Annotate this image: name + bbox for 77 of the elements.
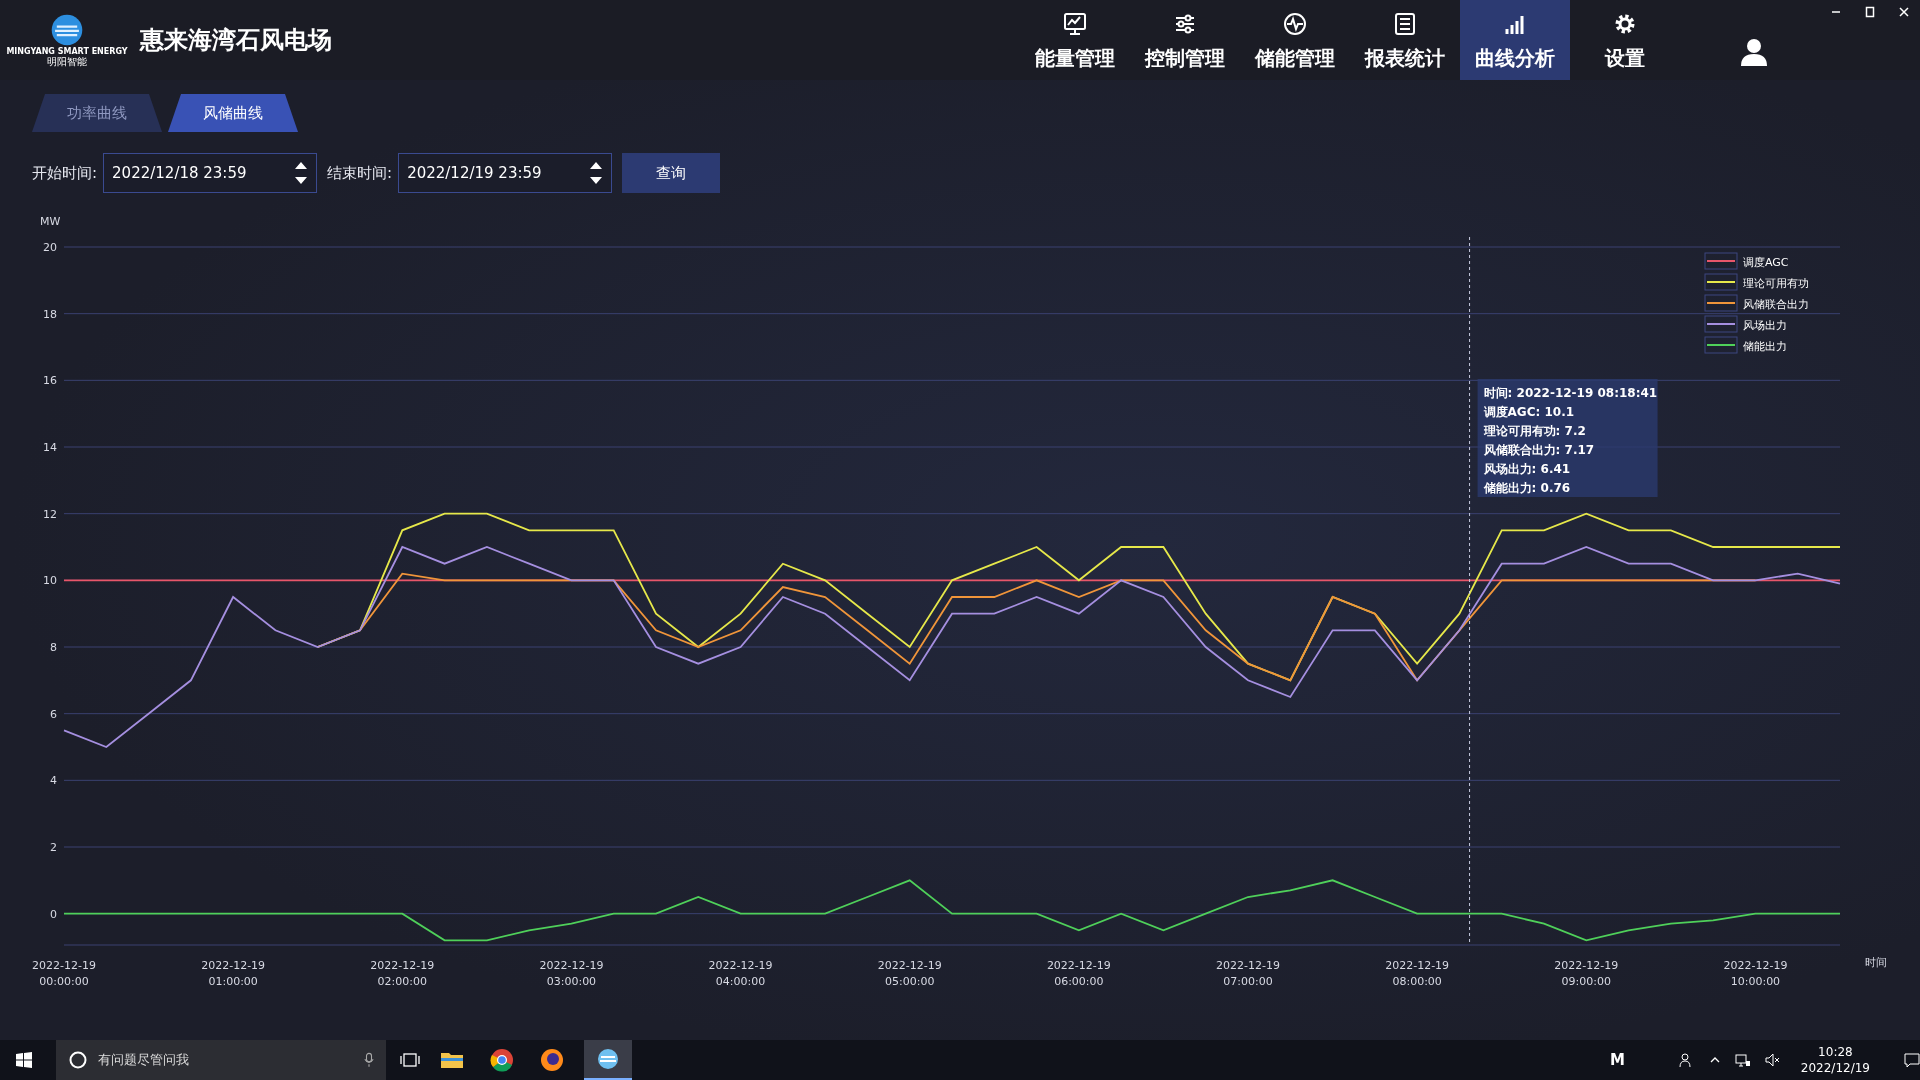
x-tick-label: 2022-12-19 03:00:00 — [539, 959, 604, 988]
fox-browser-icon[interactable] — [540, 1048, 564, 1072]
user-icon[interactable] — [1738, 36, 1770, 68]
legend-label: 风储联合出力 — [1743, 298, 1809, 311]
y-tick-label: 16 — [43, 374, 57, 388]
legend-swatch — [1704, 315, 1738, 333]
search-field[interactable]: 有问题尽管问我 — [56, 1040, 386, 1080]
y-tick-label: 8 — [50, 641, 57, 654]
legend-label: 调度AGC — [1743, 256, 1789, 269]
muted-speaker-icon[interactable] — [1764, 1052, 1781, 1068]
notification-icon[interactable] — [1904, 1052, 1920, 1068]
end-time-field[interactable]: 2022/12/19 23:59 — [398, 153, 613, 193]
clock[interactable]: 10:28 2022/12/19 — [1800, 1044, 1870, 1076]
app-taskbar-button[interactable] — [584, 1040, 632, 1080]
pulse-icon — [1281, 10, 1309, 38]
circle-icon — [68, 1050, 88, 1070]
y-axis-unit: MW — [40, 215, 61, 228]
logo-subtext: 明阳智能 — [47, 56, 87, 67]
legend-label: 理论可用有功 — [1743, 277, 1809, 290]
nav-item[interactable]: 报表统计 — [1350, 0, 1460, 80]
x-tick-label: 2022-12-19 00:00:00 — [32, 959, 96, 988]
tray-input-indicator[interactable]: M — [1609, 1051, 1625, 1069]
legend-swatch — [1704, 336, 1738, 354]
y-tick-label: 12 — [43, 507, 57, 521]
tooltip-text: 风场出力: 6.41 — [1483, 462, 1571, 476]
app-title: 惠来海湾石风电场 — [140, 25, 333, 56]
y-tick-label: 10 — [43, 574, 57, 588]
x-tick-label: 2022-12-19 10:00:00 — [1723, 959, 1788, 988]
tooltip-text: 储能出力: 0.76 — [1483, 481, 1571, 495]
legend-label: 风场出力 — [1743, 319, 1787, 332]
end-time-label: 结束时间: — [327, 163, 393, 183]
browser-icon[interactable] — [490, 1048, 514, 1072]
tooltip-text: 时间: 2022-12-19 08:18:41 — [1483, 386, 1658, 400]
nav-item[interactable]: 设置 — [1570, 0, 1680, 80]
network-icon[interactable] — [1734, 1052, 1751, 1068]
x-tick-label: 2022-12-19 02:00:00 — [370, 959, 435, 988]
y-tick-label: 4 — [50, 774, 57, 788]
x-axis-title: 时间 — [1865, 956, 1887, 969]
tooltip-text: 理论可用有功: 7.2 — [1483, 424, 1586, 438]
windows-start-icon[interactable] — [16, 1052, 32, 1068]
nav-item[interactable]: 曲线分析 — [1460, 0, 1570, 80]
maximize-icon[interactable] — [1864, 6, 1876, 18]
y-tick-label: 20 — [43, 241, 57, 254]
x-tick-label: 2022-12-19 08:00:00 — [1385, 959, 1450, 988]
legend-label: 储能出力 — [1743, 340, 1787, 353]
x-tick-label: 2022-12-19 06:00:00 — [1046, 959, 1111, 988]
tooltip-text: 调度AGC: 10.1 — [1483, 405, 1575, 419]
nav-item[interactable]: 储能管理 — [1240, 0, 1350, 80]
start-time-label: 开始时间: — [32, 163, 98, 183]
start-time-field[interactable]: 2022/12/18 23:59 — [103, 153, 318, 193]
app-icon — [596, 1047, 620, 1071]
x-tick-label: 2022-12-19 04:00:00 — [708, 959, 773, 988]
microphone-icon[interactable] — [364, 1052, 374, 1068]
close-icon[interactable] — [1898, 6, 1910, 18]
legend-swatch — [1704, 273, 1738, 291]
logo-icon — [50, 13, 84, 47]
query-button[interactable]: 查询 — [622, 153, 721, 193]
logo-text: MINGYANG SMART ENERGY — [6, 47, 128, 56]
y-tick-label: 0 — [50, 907, 57, 921]
chart-monitor-icon — [1061, 10, 1089, 38]
x-tick-label: 2022-12-19 07:00:00 — [1216, 959, 1280, 988]
nav-item[interactable]: 控制管理 — [1130, 0, 1240, 80]
y-tick-label: 14 — [43, 441, 57, 454]
task-view-icon[interactable] — [400, 1052, 420, 1068]
x-tick-label: 2022-12-19 01:00:00 — [201, 959, 266, 988]
y-tick-label: 6 — [50, 707, 57, 721]
tab[interactable]: 功率曲线 — [32, 94, 162, 132]
y-tick-label: 2 — [50, 841, 57, 854]
x-tick-label: 2022-12-19 09:00:00 — [1554, 959, 1619, 988]
tab[interactable]: 风储曲线 — [168, 94, 298, 132]
tooltip-text: 风储联合出力: 7.17 — [1483, 443, 1595, 457]
folder-icon[interactable] — [440, 1050, 464, 1070]
nav-item[interactable]: 能量管理 — [1020, 0, 1130, 80]
y-tick-label: 18 — [43, 307, 57, 321]
legend-swatch — [1704, 294, 1738, 312]
legend-swatch — [1704, 252, 1738, 270]
x-tick-label: 2022-12-19 05:00:00 — [877, 959, 942, 988]
